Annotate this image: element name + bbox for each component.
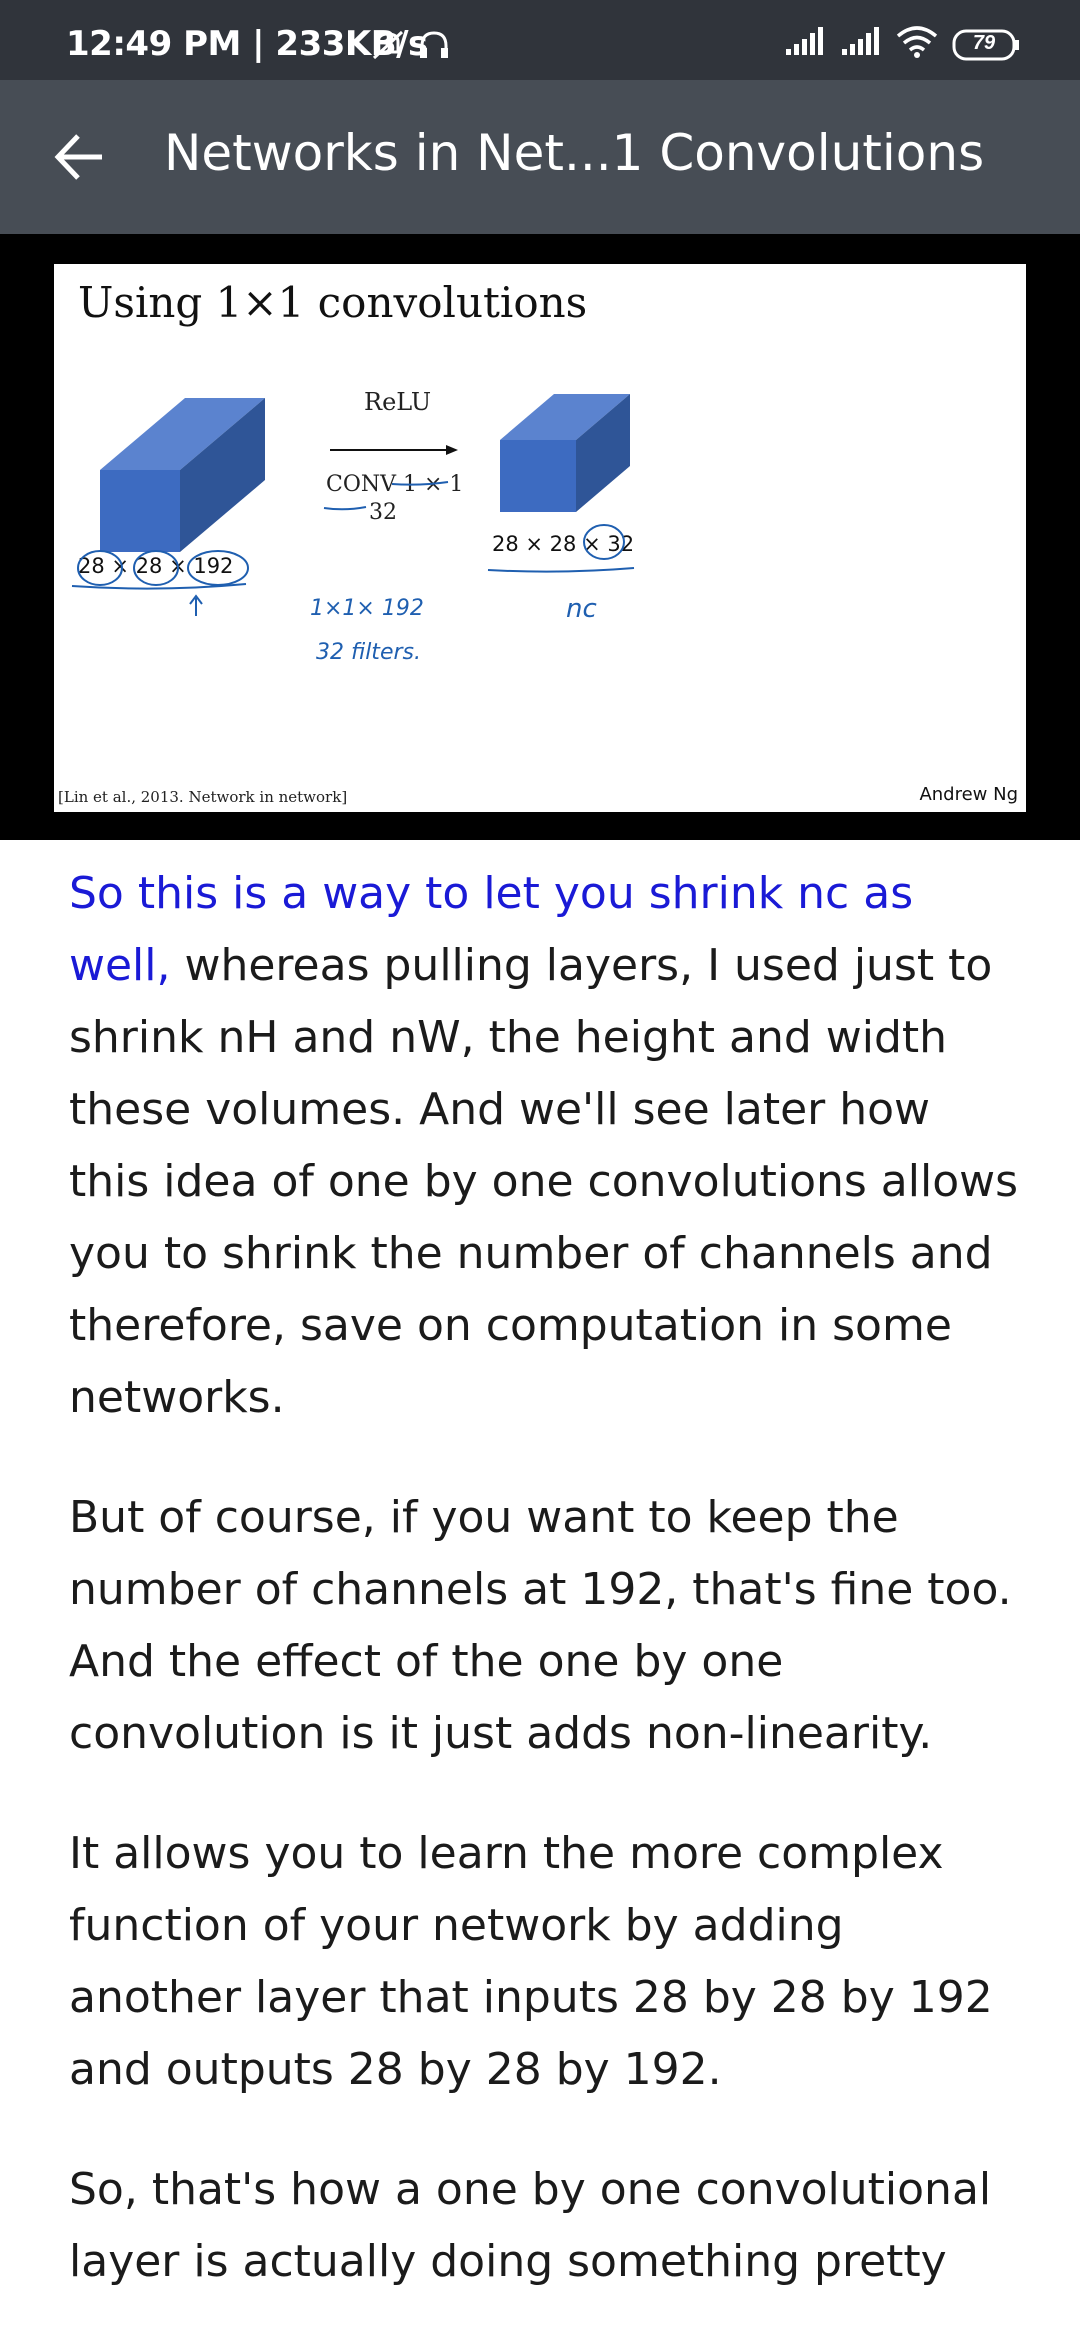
input-volume-cube: [100, 398, 265, 552]
filters-label: 32: [369, 500, 397, 525]
signal-2-icon: [840, 27, 882, 62]
mute-notification-icon: [370, 28, 406, 67]
transcript-paragraph-4[interactable]: So, that's how a one by one convolutiona…: [69, 2154, 1019, 2298]
transcript-paragraph-1: So this is a way to let you shrink nc as…: [69, 858, 1019, 1434]
output-dims-circle: [583, 524, 625, 560]
signal-1-icon: [784, 27, 826, 62]
conv-underline: [391, 481, 449, 486]
arrow-left-icon: [54, 134, 102, 180]
input-underline-arrow: [71, 583, 247, 616]
page-title: Networks in Net...1 Convolutions: [164, 124, 985, 182]
arrow-right-icon: [330, 445, 458, 455]
app-bar: Networks in Net...1 Convolutions: [0, 80, 1080, 234]
relu-label: ReLU: [364, 388, 432, 416]
transcript: So this is a way to let you shrink nc as…: [69, 858, 1019, 2346]
transcript-paragraph-2[interactable]: But of course, if you want to keep the n…: [69, 1482, 1019, 1770]
battery-icon: 79: [952, 29, 1020, 61]
output-underline: [487, 567, 635, 573]
slide-author: Andrew Ng: [919, 784, 1018, 805]
slide-title: Using 1×1 convolutions: [78, 278, 588, 327]
handwritten-note-filters: 32 filters.: [316, 640, 421, 665]
transcript-paragraph-3[interactable]: It allows you to learn the more complex …: [69, 1818, 1019, 2106]
transcript-text[interactable]: whereas pulling layers, I used just to s…: [69, 940, 1018, 1423]
lecture-slide[interactable]: Using 1×1 convolutions ReLU CONV 1 × 1 3…: [54, 264, 1026, 812]
wifi-icon: [896, 26, 938, 63]
status-icons: 79: [784, 26, 1020, 63]
filters-underline: [323, 506, 367, 511]
headset-icon: [416, 28, 452, 67]
output-volume-cube: [500, 394, 630, 512]
handwritten-note-nc: nc: [566, 594, 597, 624]
status-bar: 12:49 PM | 233KB/s 79: [0, 0, 1080, 80]
slide-citation: [Lin et al., 2013. Network in network]: [58, 788, 348, 806]
handwritten-note-filter-size: 1×1× 192: [310, 596, 424, 621]
back-button[interactable]: [52, 122, 108, 192]
battery-level: 79: [972, 31, 996, 54]
